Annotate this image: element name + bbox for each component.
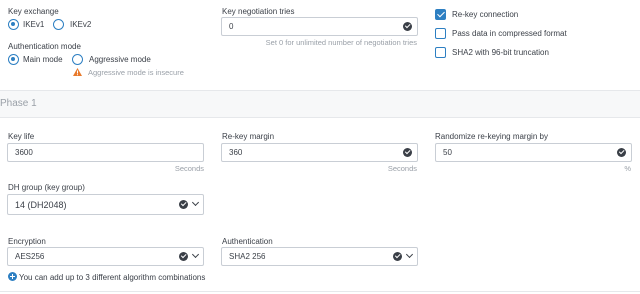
key-life-value: 3600 bbox=[15, 148, 33, 157]
rekey-connection-checkbox[interactable] bbox=[435, 9, 446, 20]
randomize-input[interactable]: 50 bbox=[435, 143, 632, 162]
sha2-truncation-checkbox[interactable] bbox=[435, 47, 446, 58]
phase1-title: Phase 1 bbox=[0, 98, 37, 109]
ikev2-label[interactable]: IKEv2 bbox=[70, 20, 91, 29]
phase1-header bbox=[0, 90, 640, 117]
key-negotiation-hint: Set 0 for unlimited number of negotiatio… bbox=[265, 38, 417, 47]
aggressive-mode-radio[interactable] bbox=[72, 54, 83, 65]
valid-check-icon bbox=[617, 148, 626, 157]
randomize-label: Randomize re-keying margin by bbox=[435, 132, 548, 141]
rekey-margin-unit: Seconds bbox=[387, 164, 417, 173]
authentication-value: SHA2 256 bbox=[229, 252, 266, 261]
dh-group-value: 14 (DH2048) bbox=[15, 200, 67, 210]
auth-mode-label: Authentication mode bbox=[8, 42, 81, 51]
aggressive-warning: Aggressive mode is insecure bbox=[88, 68, 184, 77]
key-life-unit: Seconds bbox=[174, 164, 204, 173]
rekey-margin-input[interactable]: 360 bbox=[221, 143, 418, 162]
warning-icon bbox=[73, 68, 82, 76]
authentication-select[interactable]: SHA2 256 bbox=[221, 247, 418, 266]
add-combination-hint: You can add up to 3 different algorithm … bbox=[19, 273, 206, 282]
key-negotiation-input[interactable]: 0 bbox=[221, 17, 418, 36]
add-icon[interactable] bbox=[8, 272, 17, 281]
aggressive-mode-label[interactable]: Aggressive mode bbox=[89, 55, 151, 64]
key-negotiation-label: Key negotiation tries bbox=[222, 7, 295, 16]
compress-checkbox[interactable] bbox=[435, 28, 446, 39]
authentication-label: Authentication bbox=[222, 237, 273, 246]
dh-group-select[interactable]: 14 (DH2048) bbox=[7, 194, 204, 215]
main-mode-radio[interactable] bbox=[8, 54, 19, 65]
sha2-truncation-label[interactable]: SHA2 with 96-bit truncation bbox=[452, 48, 549, 57]
ikev1-radio[interactable] bbox=[8, 19, 19, 30]
encryption-label: Encryption bbox=[8, 237, 46, 246]
compress-label[interactable]: Pass data in compressed format bbox=[452, 29, 567, 38]
valid-check-icon bbox=[403, 148, 412, 157]
ikev2-radio[interactable] bbox=[53, 19, 64, 30]
divider bbox=[0, 117, 640, 118]
encryption-value: AES256 bbox=[15, 252, 45, 261]
randomize-unit: % bbox=[624, 164, 631, 173]
valid-check-icon bbox=[179, 200, 188, 209]
rekey-margin-value: 360 bbox=[229, 148, 243, 157]
divider bbox=[0, 291, 640, 292]
encryption-select[interactable]: AES256 bbox=[7, 247, 204, 266]
rekey-margin-label: Re-key margin bbox=[222, 132, 275, 141]
key-exchange-label: Key exchange bbox=[8, 7, 59, 16]
valid-check-icon bbox=[179, 252, 188, 261]
chevron-down-icon bbox=[191, 198, 200, 207]
dh-group-label: DH group (key group) bbox=[8, 183, 85, 192]
key-negotiation-value: 0 bbox=[229, 22, 234, 31]
key-life-label: Key life bbox=[8, 132, 35, 141]
main-mode-label[interactable]: Main mode bbox=[23, 55, 63, 64]
divider bbox=[0, 90, 640, 91]
rekey-connection-label[interactable]: Re-key connection bbox=[452, 10, 518, 19]
chevron-down-icon bbox=[405, 250, 414, 259]
chevron-down-icon bbox=[191, 250, 200, 259]
valid-check-icon bbox=[403, 22, 412, 31]
valid-check-icon bbox=[393, 252, 402, 261]
key-life-input[interactable]: 3600 bbox=[7, 143, 204, 162]
ikev1-label[interactable]: IKEv1 bbox=[23, 20, 44, 29]
randomize-value: 50 bbox=[443, 148, 452, 157]
